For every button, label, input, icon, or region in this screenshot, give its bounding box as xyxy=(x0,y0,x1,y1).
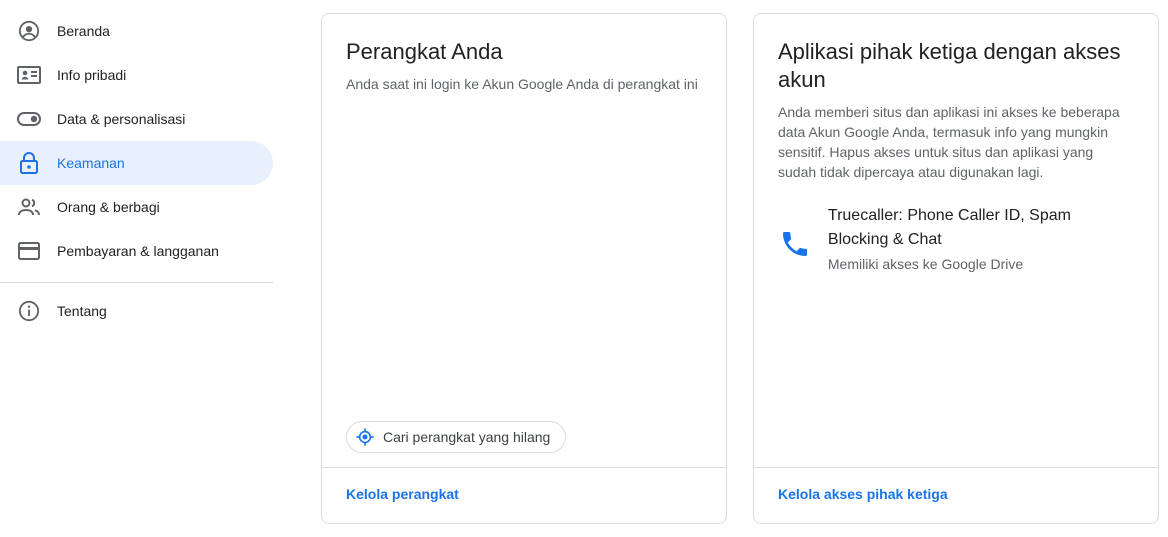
id-card-icon xyxy=(17,63,41,87)
app-name: Truecaller: Phone Caller ID, Spam Blocki… xyxy=(827,207,1071,248)
info-icon xyxy=(17,299,41,323)
lock-icon xyxy=(17,151,41,175)
app-access: Memiliki akses ke Google Drive xyxy=(827,256,1024,272)
third-party-app-item[interactable]: Truecaller: Phone Caller ID, Spam Blocki… xyxy=(778,204,1134,274)
third-party-card: Aplikasi pihak ketiga dengan akses akun … xyxy=(753,13,1159,524)
locate-icon xyxy=(355,427,375,447)
sidebar-nav: Beranda Info pribadi Data & personalisas… xyxy=(0,0,273,537)
sidebar-item-label: Orang & berbagi xyxy=(57,199,160,215)
sidebar-item-beranda[interactable]: Beranda xyxy=(0,9,273,53)
card-description: Anda saat ini login ke Akun Google Anda … xyxy=(346,76,698,92)
card-footer: Kelola perangkat xyxy=(322,467,726,523)
sidebar-item-label: Data & personalisasi xyxy=(57,111,186,127)
card-description: Anda memberi situs dan aplikasi ini akse… xyxy=(778,104,1120,180)
people-icon xyxy=(17,195,41,219)
sidebar-item-keamanan[interactable]: Keamanan xyxy=(0,141,273,185)
card-title: Aplikasi pihak ketiga dengan akses akun xyxy=(778,39,1121,92)
credit-card-icon xyxy=(17,239,41,263)
sidebar-item-info-pribadi[interactable]: Info pribadi xyxy=(0,53,273,97)
sidebar-item-label: Tentang xyxy=(57,303,107,319)
manage-third-party-link[interactable]: Kelola akses pihak ketiga xyxy=(778,486,948,502)
sidebar-item-pembayaran[interactable]: Pembayaran & langganan xyxy=(0,229,273,273)
find-device-label: Cari perangkat yang hilang xyxy=(383,429,551,445)
sidebar-item-label: Pembayaran & langganan xyxy=(57,243,219,259)
sidebar-item-data-personalisasi[interactable]: Data & personalisasi xyxy=(0,97,273,141)
card-footer: Kelola akses pihak ketiga xyxy=(754,467,1158,523)
card-title: Perangkat Anda xyxy=(346,39,503,64)
account-circle-icon xyxy=(17,19,41,43)
sidebar-item-label: Info pribadi xyxy=(57,67,127,83)
sidebar-item-label: Beranda xyxy=(57,23,110,39)
sidebar-item-orang-berbagi[interactable]: Orang & berbagi xyxy=(0,185,273,229)
devices-card: Perangkat Anda Anda saat ini login ke Ak… xyxy=(321,13,727,524)
sidebar-item-tentang[interactable]: Tentang xyxy=(0,289,273,333)
sidebar-item-label: Keamanan xyxy=(57,155,125,171)
toggle-icon xyxy=(17,107,41,131)
find-device-button[interactable]: Cari perangkat yang hilang xyxy=(346,421,567,453)
manage-devices-link[interactable]: Kelola perangkat xyxy=(346,486,459,502)
phone-icon xyxy=(778,224,812,264)
sidebar-divider xyxy=(0,282,273,283)
